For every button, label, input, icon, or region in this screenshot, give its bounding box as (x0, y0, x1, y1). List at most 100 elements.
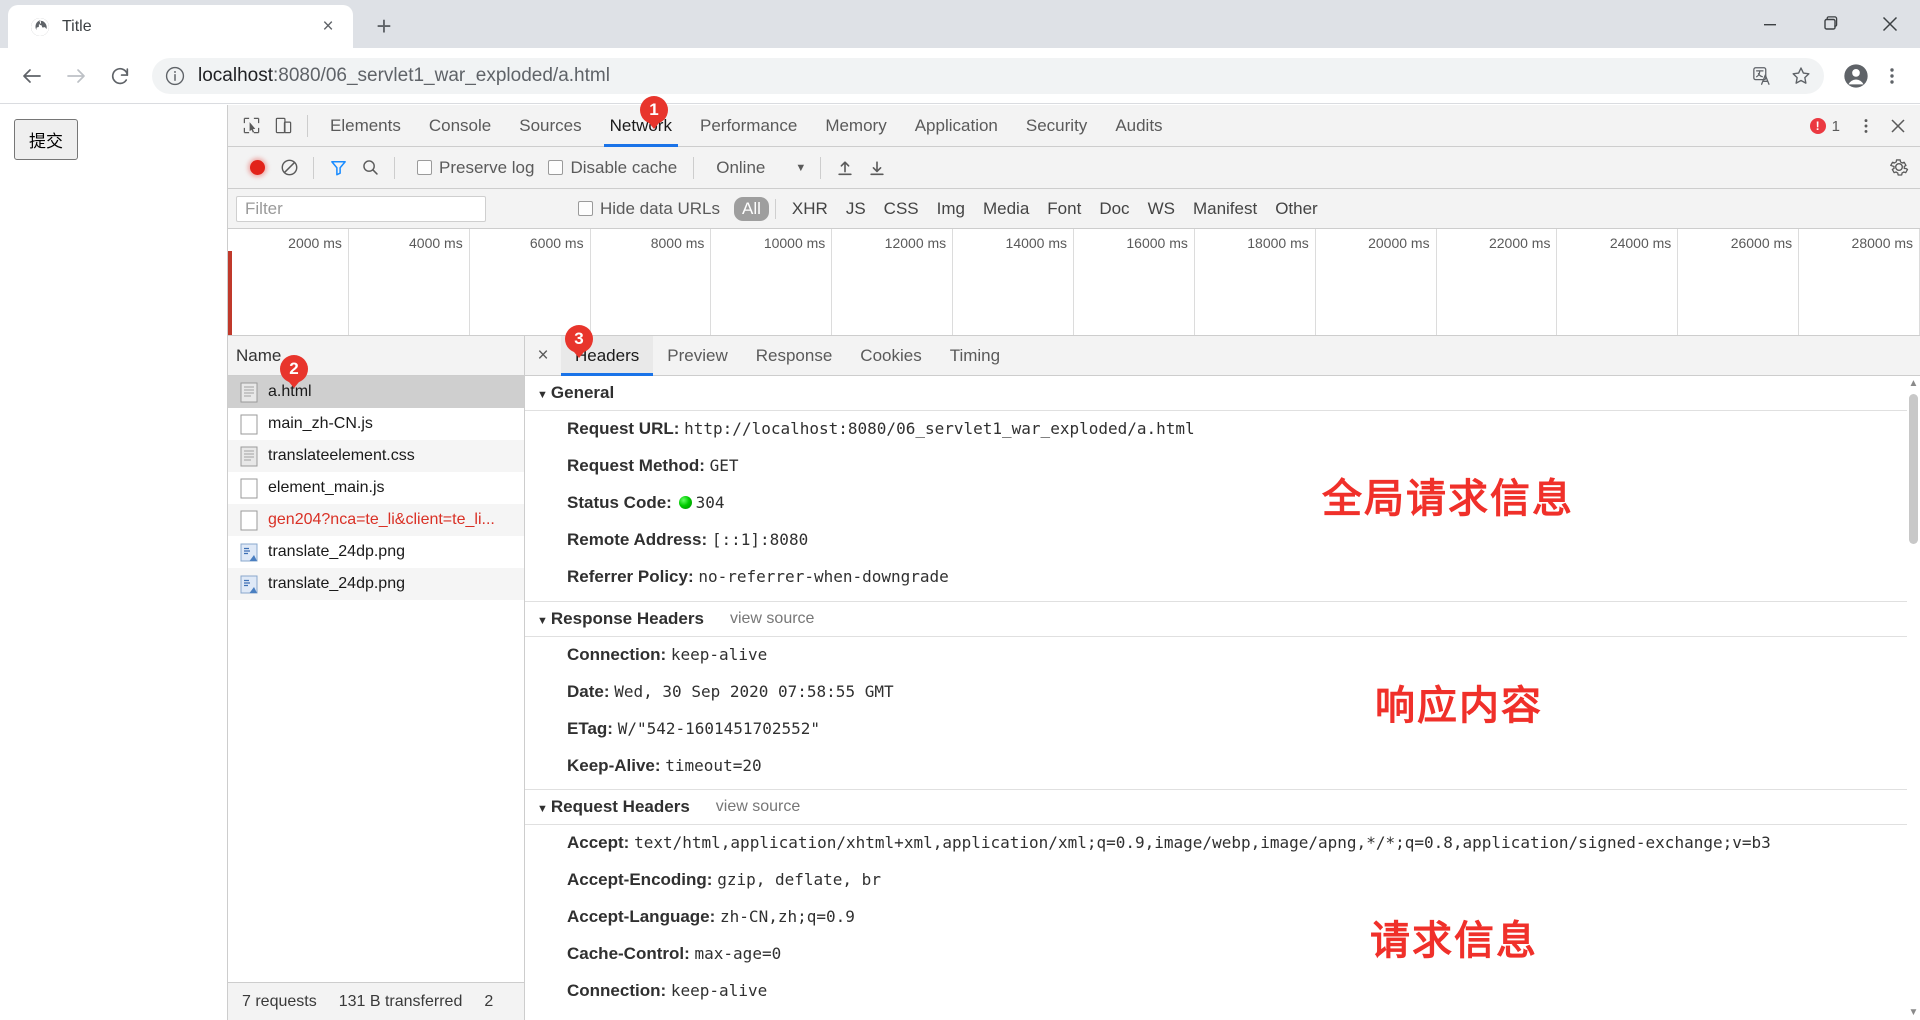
network-overview-timeline[interactable]: 2000 ms 4000 ms 6000 ms 8000 ms 10000 ms… (228, 229, 1920, 336)
table-row[interactable]: gen204?nca=te_li&client=te_li... (228, 504, 524, 536)
header-value: gzip, deflate, br (717, 870, 881, 890)
preserve-log-checkbox[interactable] (417, 160, 432, 175)
clear-circle-slash-icon[interactable] (273, 152, 305, 184)
tab-security[interactable]: Security (1012, 105, 1101, 147)
request-list[interactable]: a.html main_zh-CN.js translateelement.cs… (228, 376, 524, 982)
hide-data-urls-checkbox[interactable] (578, 201, 593, 216)
hide-data-urls-option[interactable]: Hide data URLs (578, 199, 720, 219)
globe-icon (30, 17, 50, 37)
filter-pill-js[interactable]: JS (838, 197, 874, 221)
minimize-icon[interactable] (1740, 0, 1800, 48)
request-list-header[interactable]: Name (228, 336, 524, 376)
timeline-tick: 10000 ms (711, 229, 833, 335)
network-filterbar: Filter Hide data URLs All XHR JS CSS Img… (228, 189, 1920, 229)
table-row[interactable]: translateelement.css (228, 440, 524, 472)
preserve-log-option[interactable]: Preserve log (417, 158, 534, 178)
table-row[interactable]: a.html (228, 376, 524, 408)
table-row[interactable]: element_main.js (228, 472, 524, 504)
header-value: timeout=20 (665, 755, 762, 775)
close-icon[interactable] (1860, 0, 1920, 48)
header-key: Referrer Policy: (567, 566, 694, 586)
filter-pill-img[interactable]: Img (929, 197, 973, 221)
filter-pill-other[interactable]: Other (1267, 197, 1326, 221)
header-row: ETag: W/"542-1601451702552" (525, 711, 1920, 748)
record-dot-icon[interactable] (241, 152, 273, 184)
filter-pill-manifest[interactable]: Manifest (1185, 197, 1265, 221)
search-icon[interactable] (354, 152, 386, 184)
address-bar[interactable]: localhost:8080/06_servlet1_war_exploded/… (152, 57, 1824, 94)
request-detail-pane: × Headers Preview Response Cookies Timin… (525, 335, 1920, 1020)
timeline-tick: 16000 ms (1074, 229, 1195, 335)
table-row[interactable]: translate_24dp.png (228, 568, 524, 600)
scroll-down-icon[interactable]: ▼ (1908, 1007, 1919, 1018)
submit-button[interactable]: 提交 (14, 119, 78, 160)
tab-sources[interactable]: Sources (505, 105, 595, 147)
section-header-response-headers[interactable]: ▼ Response Headers view source (525, 600, 1920, 637)
tab-audits[interactable]: Audits (1101, 105, 1176, 147)
devtools-close-icon[interactable] (1882, 110, 1914, 142)
omnibox-actions (1746, 58, 1818, 94)
devtools-more-icon[interactable] (1850, 110, 1882, 142)
filter-pill-css[interactable]: CSS (876, 197, 927, 221)
filter-input[interactable]: Filter (236, 195, 486, 222)
filter-pill-media[interactable]: Media (975, 197, 1037, 221)
reload-icon[interactable] (98, 54, 142, 98)
table-row[interactable]: translate_24dp.png (228, 536, 524, 568)
tab-close-icon[interactable]: × (315, 14, 341, 40)
error-count-badge[interactable]: ! 1 (1809, 118, 1840, 135)
section-header-general[interactable]: ▼ General (525, 376, 1920, 411)
tab-application[interactable]: Application (901, 105, 1012, 147)
throttling-select[interactable]: Online ▼ (716, 158, 806, 178)
tab-performance[interactable]: Performance (686, 105, 811, 147)
filter-pill-all[interactable]: All (734, 196, 769, 221)
download-arrow-icon[interactable] (861, 152, 893, 184)
upload-arrow-icon[interactable] (829, 152, 861, 184)
forward-arrow-icon[interactable] (54, 54, 98, 98)
devtools-tabbar: Elements Console Sources Network Perform… (228, 105, 1920, 147)
account-icon[interactable] (1838, 58, 1874, 94)
tab-console[interactable]: Console (415, 105, 505, 147)
tab-memory[interactable]: Memory (811, 105, 900, 147)
timeline-tick: 8000 ms (591, 229, 712, 335)
filter-pill-ws[interactable]: WS (1140, 197, 1183, 221)
star-icon[interactable] (1784, 59, 1818, 93)
header-key: Accept-Language: (567, 907, 716, 927)
browser-tab[interactable]: Title × (8, 5, 353, 48)
detail-close-icon[interactable]: × (525, 336, 561, 376)
toolbar-divider (394, 156, 395, 179)
tick-label: 20000 ms (1368, 235, 1430, 251)
url-host: localhost (198, 64, 273, 86)
disable-cache-option[interactable]: Disable cache (548, 158, 677, 178)
funnel-icon[interactable] (322, 152, 354, 184)
view-source-link[interactable]: view source (730, 610, 814, 628)
translate-icon[interactable] (1746, 59, 1780, 93)
timeline-tick: 12000 ms (832, 229, 954, 335)
filter-pill-xhr[interactable]: XHR (784, 197, 836, 221)
tick-label: 8000 ms (650, 235, 705, 251)
view-source-link[interactable]: view source (716, 798, 800, 816)
detail-scrollbar[interactable]: ▲ ▼ (1907, 376, 1920, 1020)
scrollbar-thumb[interactable] (1909, 394, 1918, 544)
detail-tab-preview[interactable]: Preview (653, 336, 741, 376)
table-row[interactable]: main_zh-CN.js (228, 408, 524, 440)
section-header-request-headers[interactable]: ▼ Request Headers view source (525, 789, 1920, 826)
disable-cache-checkbox[interactable] (548, 160, 564, 175)
image-icon (240, 574, 258, 595)
inspect-cursor-icon[interactable] (235, 110, 267, 142)
detail-tab-cookies[interactable]: Cookies (846, 336, 935, 376)
detail-tab-timing[interactable]: Timing (936, 336, 1014, 376)
maximize-icon[interactable] (1800, 0, 1860, 48)
scroll-up-icon[interactable]: ▲ (1908, 378, 1919, 389)
back-arrow-icon[interactable] (10, 54, 54, 98)
filter-pill-doc[interactable]: Doc (1091, 197, 1137, 221)
device-toolbar-icon[interactable] (267, 110, 299, 142)
info-circle-icon[interactable] (164, 65, 186, 87)
filter-pill-font[interactable]: Font (1039, 197, 1089, 221)
kebab-menu-icon[interactable] (1874, 54, 1910, 98)
tab-elements[interactable]: Elements (316, 105, 415, 147)
hide-data-urls-label: Hide data URLs (600, 198, 721, 218)
new-tab-button[interactable]: + (367, 9, 401, 43)
preserve-log-label: Preserve log (439, 157, 535, 177)
detail-tab-response[interactable]: Response (742, 336, 847, 376)
gear-icon[interactable] (1888, 156, 1910, 183)
